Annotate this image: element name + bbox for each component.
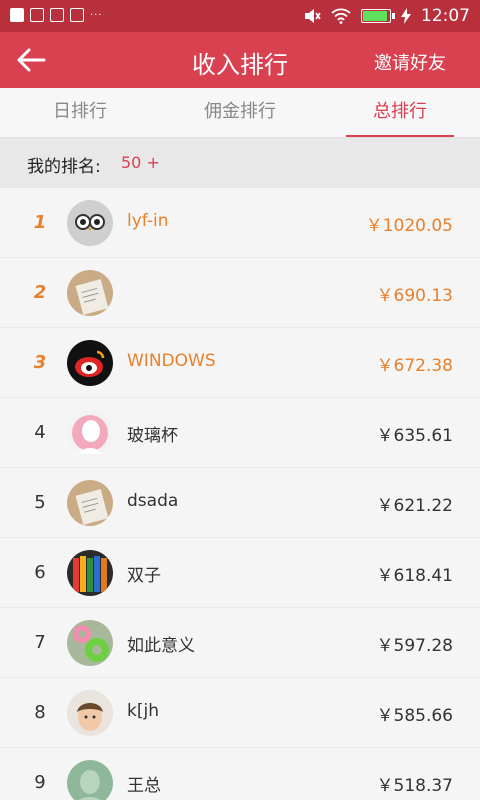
notification-icon: [10, 8, 24, 22]
income-amount: ￥1020.05: [365, 216, 453, 236]
sketch-avatar: [67, 760, 113, 800]
rank-number: 5: [34, 492, 46, 513]
app-header: 收入排行 邀请好友: [0, 32, 480, 88]
ranking-tabs: 日排行 佣金排行 总排行: [0, 88, 480, 138]
list-item[interactable]: 2 ￥690.13: [0, 258, 480, 328]
rank-number: 4: [34, 422, 46, 443]
income-amount: ￥635.61: [376, 426, 453, 446]
list-item[interactable]: 1 lyf-in ￥1020.05: [0, 188, 480, 258]
income-amount: ￥621.22: [376, 496, 453, 516]
charging-icon: [401, 8, 411, 24]
income-amount: ￥585.66: [376, 706, 453, 726]
mute-icon: [305, 9, 321, 23]
user-name: 如此意义: [127, 636, 195, 656]
rank-number: 6: [34, 562, 46, 583]
user-name: dsada: [127, 491, 179, 511]
clock: 12:07: [421, 6, 470, 26]
my-rank-bar: 我的排名: 50 +: [0, 138, 480, 188]
list-item[interactable]: 4 玻璃杯 ￥635.61: [0, 398, 480, 468]
income-amount: ￥518.37: [376, 776, 453, 796]
wifi-icon: [331, 8, 351, 24]
invite-friends-button[interactable]: 邀请好友: [374, 49, 446, 75]
list-item[interactable]: 5 dsada ￥621.22: [0, 468, 480, 538]
user-name: 双子: [127, 566, 161, 586]
income-amount: ￥690.13: [376, 286, 453, 306]
pencils-avatar: [67, 550, 113, 596]
rank-number: 8: [34, 702, 46, 723]
donut-avatar: [67, 620, 113, 666]
user-name: lyf-in: [127, 211, 169, 231]
my-rank-label: 我的排名:: [27, 157, 101, 177]
list-item[interactable]: 3 WINDOWS ￥672.38: [0, 328, 480, 398]
more-icon: ···: [90, 9, 103, 21]
status-bar: ··· 12:07: [0, 0, 480, 32]
mail-icon: [50, 8, 64, 22]
pink-avatar: [67, 410, 113, 456]
notification-icons: ···: [10, 8, 103, 22]
weibo-avatar: [67, 340, 113, 386]
rank-number: 1: [33, 212, 47, 233]
list-item[interactable]: 9 王总 ￥518.37: [0, 748, 480, 800]
user-name: 玻璃杯: [127, 426, 178, 446]
tab-commission-ranking[interactable]: 佣金排行: [160, 88, 320, 137]
income-amount: ￥672.38: [376, 356, 453, 376]
rank-number: 9: [34, 772, 46, 793]
income-amount: ￥618.41: [376, 566, 453, 586]
rank-number: 7: [34, 632, 46, 653]
my-rank-value: 50 +: [121, 153, 160, 172]
rank-number: 2: [33, 282, 47, 303]
tab-daily-ranking[interactable]: 日排行: [0, 88, 160, 137]
list-item[interactable]: 8 k[jh ￥585.66: [0, 678, 480, 748]
ranking-list: 1 lyf-in ￥1020.05 2 ￥690.13 3 WINDOWS ￥6…: [0, 188, 480, 800]
paper-avatar: [67, 480, 113, 526]
tab-total-ranking[interactable]: 总排行: [320, 88, 480, 137]
owl-avatar: [67, 200, 113, 246]
paper-avatar: [67, 270, 113, 316]
lock-icon: [70, 8, 84, 22]
list-item[interactable]: 6 双子 ￥618.41: [0, 538, 480, 608]
user-name: k[jh: [127, 701, 159, 721]
rank-number: 3: [33, 352, 47, 373]
income-amount: ￥597.28: [376, 636, 453, 656]
list-item[interactable]: 7 如此意义 ￥597.28: [0, 608, 480, 678]
battery-icon: [361, 9, 395, 23]
user-name: 王总: [127, 776, 161, 796]
app-icon: [30, 8, 44, 22]
child-avatar: [67, 690, 113, 736]
user-name: WINDOWS: [127, 351, 216, 371]
